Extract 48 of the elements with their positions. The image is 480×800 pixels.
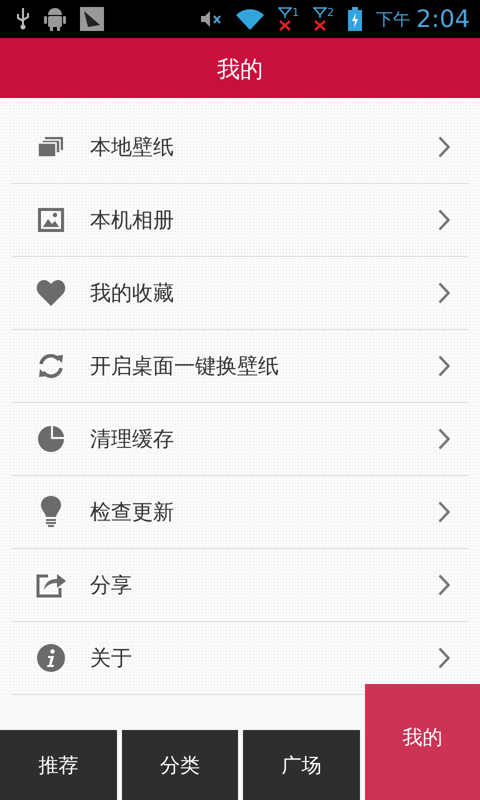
menu-item[interactable]: 开启桌面一键换壁纸 <box>12 330 468 403</box>
time-period: 下午 <box>376 8 410 30</box>
nav-tab[interactable]: 我的 <box>364 684 480 800</box>
mute-icon <box>200 10 222 28</box>
no-signal-icon <box>313 7 328 31</box>
image-thumbnail-icon <box>80 7 104 31</box>
menu-label: 关于 <box>90 645 133 672</box>
menu-item[interactable]: 我的收藏 <box>12 257 468 330</box>
chevron-right-icon <box>438 355 450 377</box>
nav-tab[interactable]: 推荐 <box>0 730 116 800</box>
android-icon <box>44 7 66 31</box>
sim-number: 1 <box>292 7 300 18</box>
battery-charging-icon <box>348 7 362 31</box>
chevron-right-icon <box>438 428 450 450</box>
chevron-right-icon <box>438 574 450 596</box>
menu-item[interactable]: 检查更新 <box>12 476 468 549</box>
light-bulb-icon <box>41 496 61 528</box>
menu-label: 分享 <box>90 572 133 599</box>
menu-item[interactable]: 清理缓存 <box>12 403 468 476</box>
chevron-right-icon <box>438 501 450 523</box>
sim-number: 2 <box>327 7 334 18</box>
nav-tab[interactable]: 广场 <box>243 730 360 800</box>
menu-label: 清理缓存 <box>90 426 175 453</box>
menu-item[interactable]: 分享 <box>12 549 468 622</box>
pie-chart-icon <box>38 426 64 452</box>
menu-item[interactable]: 本机相册 <box>12 184 468 257</box>
nav-tab[interactable]: 分类 <box>122 730 238 800</box>
heart-icon <box>36 280 66 306</box>
chevron-right-icon <box>438 136 450 158</box>
menu-label: 本机相册 <box>90 207 175 234</box>
chevron-right-icon <box>438 282 450 304</box>
menu-label: 本地壁纸 <box>90 134 175 161</box>
no-signal-icon <box>278 7 292 31</box>
chevron-right-icon <box>438 647 450 669</box>
chevron-right-icon <box>438 209 450 231</box>
wifi-icon <box>236 8 264 30</box>
page-title: 我的 <box>217 56 263 84</box>
info-icon <box>37 644 65 672</box>
image-icon <box>38 208 64 232</box>
clock-time: 2:04 <box>416 5 470 33</box>
menu-label: 我的收藏 <box>90 280 175 307</box>
stack-icon <box>38 137 64 157</box>
usb-icon <box>16 8 30 30</box>
menu-item[interactable]: 本地壁纸 <box>12 111 468 184</box>
menu-label: 开启桌面一键换壁纸 <box>90 353 280 380</box>
share-icon <box>36 572 66 598</box>
menu-label: 检查更新 <box>90 499 175 526</box>
refresh-icon <box>37 352 65 380</box>
